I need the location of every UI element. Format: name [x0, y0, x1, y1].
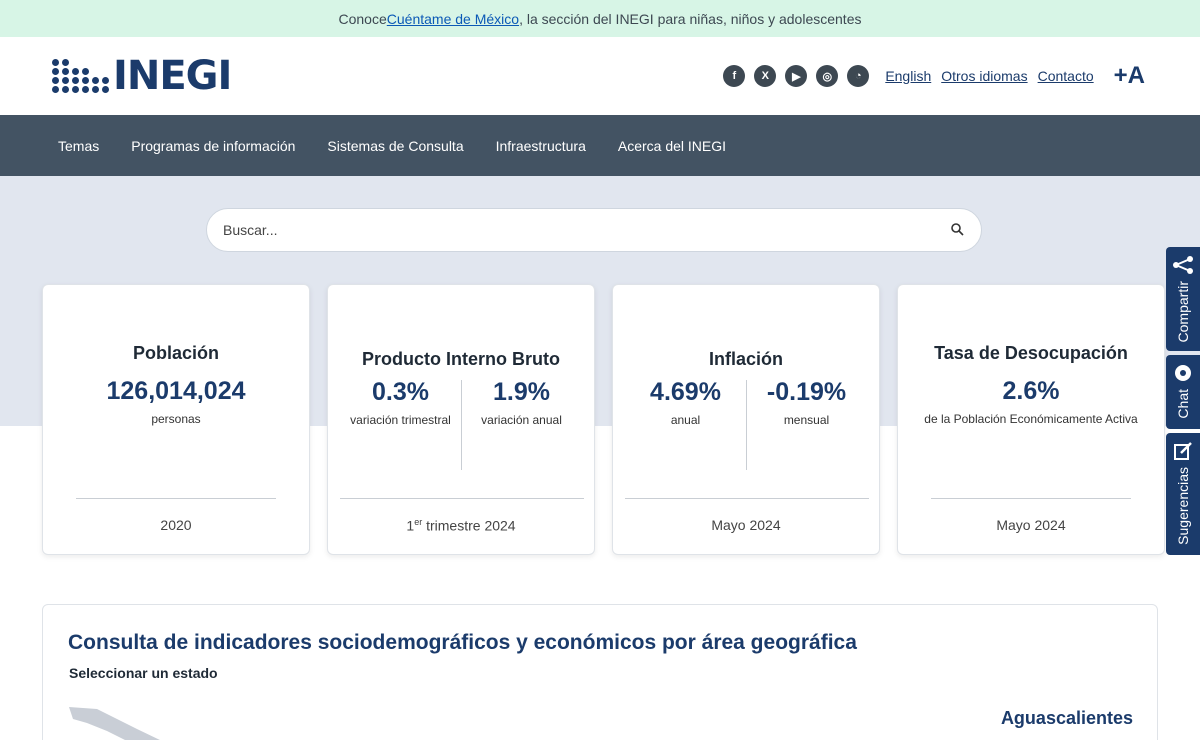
site-header: INEGI f X ▶ ◎ ◔ English Otros idiomas Co… — [0, 37, 1200, 115]
card-footer: Mayo 2024 — [996, 517, 1066, 533]
selected-state: Aguascalientes — [1000, 708, 1133, 728]
search-icon[interactable] — [951, 223, 965, 237]
card-divider — [625, 498, 869, 499]
indicator-cards: Población 126,014,024 personas 2020 Prod… — [42, 284, 1165, 555]
edit-note-icon — [1174, 442, 1192, 460]
card-value: 2.6% — [1002, 377, 1060, 405]
x-icon[interactable]: X — [754, 65, 777, 87]
card-title: Tasa de Desocupación — [934, 343, 1128, 363]
card-vertical-divider — [461, 380, 462, 470]
english-link[interactable]: English — [885, 68, 931, 84]
card-vertical-divider — [746, 380, 747, 470]
card-value: 1.9% — [493, 378, 550, 406]
main-nav: Temas Programas de información Sistemas … — [0, 115, 1200, 176]
card-footer: Mayo 2024 — [711, 517, 781, 533]
youtube-icon[interactable]: ▶ — [785, 65, 808, 87]
inegi-logo[interactable]: INEGI — [52, 53, 232, 99]
banner-suffix: , la sección del INEGI para niñas, niños… — [519, 10, 862, 27]
logo-text: INEGI — [113, 53, 232, 99]
otros-idiomas-link[interactable]: Otros idiomas — [941, 68, 1027, 84]
share-icon — [1173, 256, 1193, 274]
card-pib[interactable]: Producto Interno Bruto 0.3% variación tr… — [327, 284, 595, 555]
geo-indicators-panel: Consulta de indicadores sociodemográfico… — [42, 604, 1158, 740]
nav-item-programas[interactable]: Programas de información — [115, 138, 311, 154]
header-right: f X ▶ ◎ ◔ English Otros idiomas Contacto… — [723, 62, 1145, 90]
card-value: 126,014,024 — [106, 377, 246, 405]
rss-icon[interactable]: ◔ — [847, 65, 870, 87]
card-value: 4.69% — [650, 378, 721, 406]
chat-tab[interactable]: Chat — [1166, 355, 1200, 429]
card-desocupacion[interactable]: Tasa de Desocupación 2.6% de la Població… — [897, 284, 1165, 555]
side-tabs: Compartir Chat Sugerencias — [1166, 247, 1200, 555]
top-banner: Conoce Cuéntame de México , la sección d… — [0, 0, 1200, 37]
panel-subtitle: Seleccionar un estado — [69, 665, 218, 681]
card-poblacion[interactable]: Población 126,014,024 personas 2020 — [42, 284, 310, 555]
sugerencias-tab[interactable]: Sugerencias — [1166, 433, 1200, 555]
card-value: -0.19% — [766, 378, 847, 406]
search-bar — [206, 208, 982, 252]
card-unit: mensual — [783, 413, 830, 427]
contacto-link[interactable]: Contacto — [1038, 68, 1094, 84]
card-unit: variación anual — [481, 413, 562, 427]
nav-item-sistemas[interactable]: Sistemas de Consulta — [311, 138, 479, 154]
card-divider — [340, 498, 584, 499]
mexico-map[interactable] — [67, 705, 167, 740]
chat-icon — [1175, 365, 1191, 381]
banner-prefix: Conoce — [338, 10, 387, 27]
panel-title: Consulta de indicadores sociodemográfico… — [68, 631, 857, 654]
increase-font-button[interactable]: +A — [1114, 62, 1145, 90]
nav-item-infraestructura[interactable]: Infraestructura — [480, 138, 602, 154]
compartir-tab[interactable]: Compartir — [1166, 247, 1200, 351]
instagram-icon[interactable]: ◎ — [816, 65, 839, 87]
card-footer: 2020 — [160, 517, 192, 533]
logo-mark-icon — [52, 59, 109, 93]
card-divider — [76, 498, 276, 499]
card-value: 0.3% — [372, 378, 429, 406]
card-title: Población — [132, 343, 219, 363]
social-links: f X ▶ ◎ ◔ — [723, 65, 870, 87]
nav-item-acerca[interactable]: Acerca del INEGI — [602, 138, 742, 154]
search-input[interactable] — [223, 222, 923, 238]
compartir-label: Compartir — [1175, 281, 1191, 343]
cuentame-link[interactable]: Cuéntame de México — [387, 11, 519, 27]
card-divider — [931, 498, 1131, 499]
chat-label: Chat — [1175, 389, 1191, 419]
facebook-icon[interactable]: f — [723, 65, 746, 87]
card-footer: 1er trimestre 2024 — [406, 517, 516, 534]
card-unit: personas — [151, 412, 201, 426]
nav-item-temas[interactable]: Temas — [42, 138, 115, 154]
card-unit: de la Población Económicamente Activa — [924, 412, 1138, 426]
card-inflacion[interactable]: Inflación 4.69% anual -0.19% mensual May… — [612, 284, 880, 555]
sugerencias-label: Sugerencias — [1175, 467, 1191, 545]
card-unit: anual — [670, 413, 701, 427]
card-title: Producto Interno Bruto — [362, 349, 560, 369]
card-unit: variación trimestral — [350, 413, 451, 427]
card-title: Inflación — [708, 349, 783, 369]
